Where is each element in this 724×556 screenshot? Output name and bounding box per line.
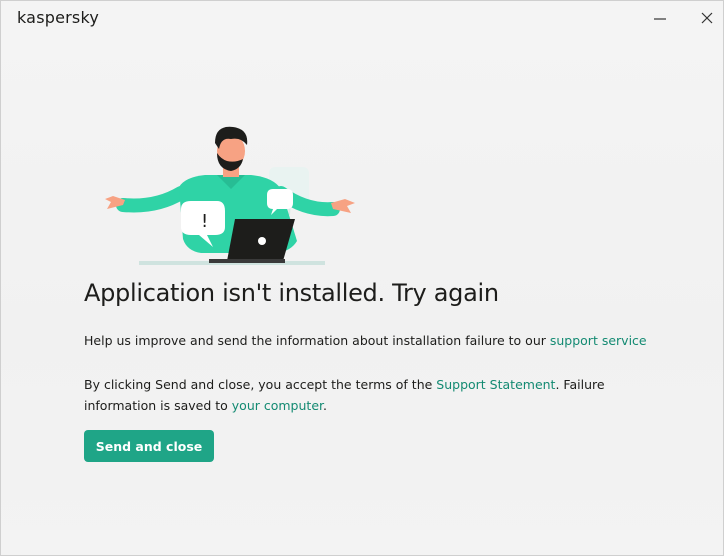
help-text-prefix: Help us improve and send the information… — [84, 333, 550, 348]
minimize-icon — [654, 18, 666, 20]
app-window: kaspersky ! Application isn't installed.… — [0, 0, 724, 556]
brand-logo: kaspersky — [17, 8, 100, 27]
help-text: Help us improve and send the information… — [84, 330, 684, 351]
minimize-button[interactable] — [646, 5, 674, 31]
your-computer-link[interactable]: your computer — [232, 398, 323, 413]
title-bar: kaspersky — [1, 1, 723, 35]
support-statement-link[interactable]: Support Statement — [436, 377, 555, 392]
exclamation-mark: ! — [201, 211, 208, 232]
terms-prefix: By clicking Send and close, you accept t… — [84, 377, 437, 392]
terms-text: By clicking Send and close, you accept t… — [84, 374, 644, 416]
shrug-illustration: ! — [105, 126, 355, 265]
send-and-close-button[interactable]: Send and close — [84, 430, 214, 462]
close-icon — [701, 12, 713, 24]
close-button[interactable] — [693, 5, 721, 31]
support-service-link[interactable]: support service — [550, 333, 647, 348]
page-title: Application isn't installed. Try again — [84, 279, 499, 307]
terms-suffix: . — [323, 398, 327, 413]
